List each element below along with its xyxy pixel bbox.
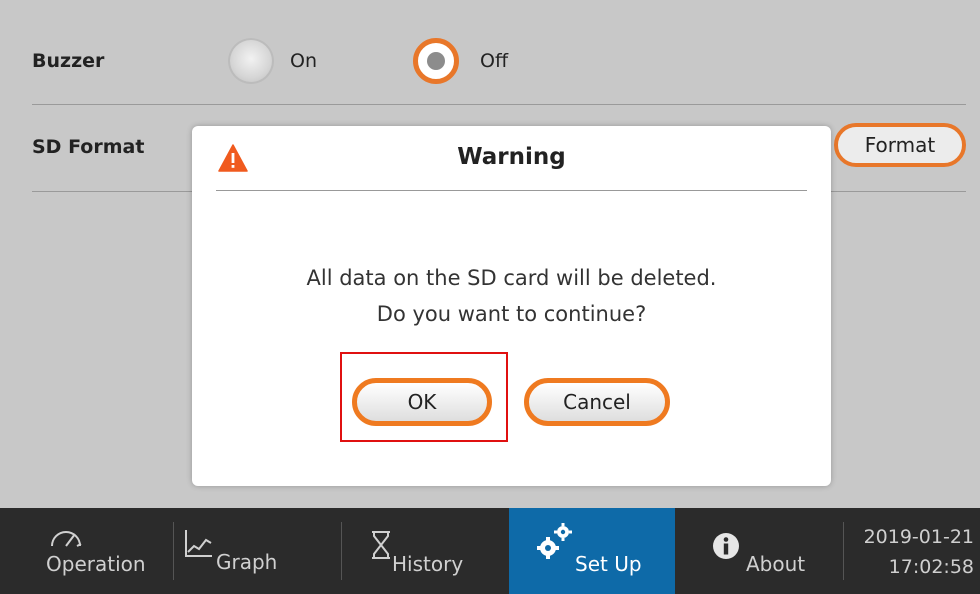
nav-item-history[interactable]: History	[342, 508, 508, 594]
warning-dialog: Warning All data on the SD card will be …	[192, 126, 831, 486]
buzzer-label: Buzzer	[32, 50, 105, 72]
buzzer-off-label[interactable]: Off	[480, 50, 508, 72]
dialog-message-line2: Do you want to continue?	[376, 302, 647, 326]
ok-button[interactable]: OK	[352, 378, 492, 426]
nav-item-about[interactable]: About	[676, 508, 842, 594]
nav-label-setup: Set Up	[575, 552, 642, 576]
bottom-nav: Operation Graph History Set Up About 201…	[0, 508, 980, 594]
buzzer-off-radio[interactable]	[413, 38, 459, 84]
buzzer-on-radio[interactable]	[228, 38, 274, 84]
datetime-display: 2019-01-21 17:02:58	[864, 522, 974, 582]
format-button[interactable]: Format	[834, 123, 966, 167]
hourglass-icon	[372, 531, 390, 559]
dialog-message-line1: All data on the SD card will be deleted.	[306, 266, 717, 290]
nav-label-history: History	[392, 552, 464, 576]
nav-label-graph: Graph	[216, 550, 278, 574]
nav-label-operation: Operation	[46, 552, 146, 576]
gears-icon	[537, 523, 572, 559]
date-text: 2019-01-21	[863, 526, 974, 548]
gauge-icon	[51, 531, 82, 547]
screen: Buzzer On Off SD Format Format Warning A…	[0, 0, 980, 594]
line-chart-icon	[185, 530, 212, 557]
nav-item-graph[interactable]: Graph	[174, 508, 340, 594]
buzzer-on-label[interactable]: On	[290, 50, 317, 72]
cancel-button[interactable]: Cancel	[524, 378, 670, 426]
nav-label-about: About	[746, 552, 806, 576]
time-text: 17:02:58	[888, 556, 974, 578]
sd-format-label: SD Format	[32, 136, 145, 158]
dialog-header: Warning	[216, 126, 807, 191]
nav-item-operation[interactable]: Operation	[0, 508, 172, 594]
dialog-title: Warning	[457, 144, 566, 170]
nav-divider	[843, 522, 844, 580]
info-icon	[713, 533, 739, 559]
dialog-message: All data on the SD card will be deleted.…	[192, 260, 831, 332]
buzzer-row: Buzzer On Off	[32, 25, 966, 105]
nav-item-setup[interactable]: Set Up	[509, 508, 675, 594]
